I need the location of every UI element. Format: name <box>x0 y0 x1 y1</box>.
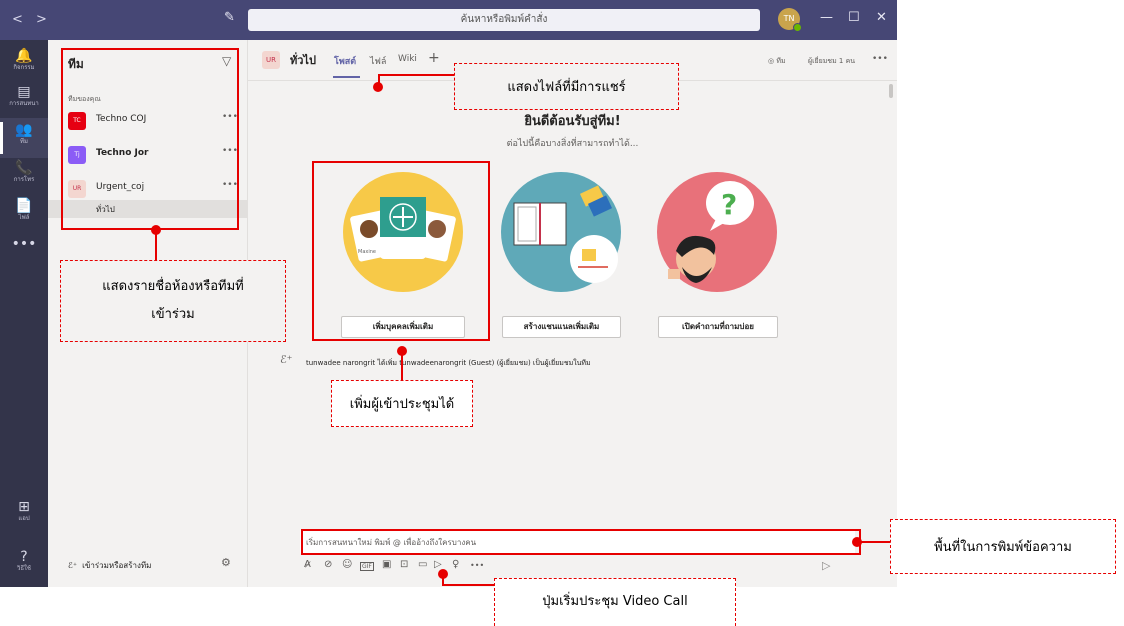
join-create-team[interactable]: ℰ⁺ เข้าร่วมหรือสร้างทีม <box>68 559 151 572</box>
open-faq-button[interactable]: เปิดคำถามที่ถามบ่อย <box>658 316 778 338</box>
annotation-line <box>378 74 454 76</box>
presence-icon <box>793 23 802 32</box>
teams-list-highlight <box>61 48 239 230</box>
emoji-icon[interactable]: ☺ <box>342 559 352 570</box>
tab-posts[interactable]: โพสต์ <box>334 54 356 68</box>
teams-list-callout: แสดงรายชื่อห้องหรือทีมที่ เข้าร่วม <box>60 260 286 342</box>
file-icon: 📄 <box>15 198 33 214</box>
rail-more[interactable]: ••• <box>0 232 48 272</box>
tab-wiki[interactable]: Wiki <box>398 54 417 64</box>
join-label: เข้าร่วมหรือสร้างทีม <box>82 561 152 570</box>
rail-label: กิจกรรม <box>13 64 35 71</box>
meet-now-icon[interactable]: ⊡ <box>400 559 408 570</box>
chat-icon: ▤ <box>17 84 31 100</box>
more-options-icon[interactable]: ••• <box>872 54 888 64</box>
annotation-line <box>401 350 403 380</box>
search-input[interactable]: ค้นหาหรือพิมพ์คำสั่ง <box>248 9 760 31</box>
activity-message: tunwadee narongrit ได้เพิ่ม tunwadeenaro… <box>306 359 591 367</box>
teams-icon: 👥 <box>15 122 33 138</box>
attach-icon[interactable]: ⊘ <box>324 559 332 570</box>
channels-illustration <box>501 172 621 292</box>
rail-chat[interactable]: ▤ การสนทนา <box>0 80 48 120</box>
rail-label: การสนทนา <box>9 100 39 107</box>
apps-icon: ⊞ <box>18 499 30 515</box>
sticker-icon[interactable]: ▣ <box>382 559 391 570</box>
rail-label: วิธีใช้ <box>16 565 32 572</box>
faq-illustration: ? <box>657 172 777 292</box>
files-callout: แสดงไฟล์ที่มีการแชร์ <box>454 63 679 110</box>
send-icon[interactable]: ▷ <box>822 559 830 572</box>
create-channels-button[interactable]: สร้างแชนแนลเพิ่มเติม <box>502 316 621 338</box>
help-icon: ? <box>20 549 28 565</box>
join-icon: ℰ⁺ <box>68 561 78 570</box>
channel-title: ทั่วไป <box>290 54 316 67</box>
annotation-line <box>155 230 157 260</box>
phone-icon: 📞 <box>15 160 33 176</box>
video-call-callout: ปุ่มเริ่มประชุม Video Call <box>494 578 736 626</box>
bell-icon: 🔔 <box>15 48 33 64</box>
forward-button[interactable]: > <box>36 12 47 27</box>
welcome-subtitle: ต่อไปนี้คือบางสิ่งที่สามารถทำได้... <box>506 139 639 149</box>
team-view-button[interactable]: ◎ ทีม <box>768 56 786 67</box>
rail-label: การโทร <box>13 176 35 183</box>
welcome-title: ยินดีต้อนรับสู่ทีม! <box>524 114 621 129</box>
app-rail: 🔔 กิจกรรม ▤ การสนทนา 👥 ทีม 📞 การโทร 📄 ไฟ… <box>0 40 48 587</box>
question-mark-icon: ? <box>721 188 737 221</box>
rail-teams[interactable]: 👥 ทีม <box>0 118 48 158</box>
rail-activity[interactable]: 🔔 กิจกรรม <box>0 44 48 84</box>
compose-callout: พื้นที่ในการพิมพ์ข้อความ <box>890 519 1116 574</box>
add-person-icon: ℰ⁺ <box>280 353 293 366</box>
scrollbar[interactable] <box>889 84 893 98</box>
rail-calls[interactable]: 📞 การโทร <box>0 156 48 196</box>
annotation-line <box>860 541 890 543</box>
praise-icon[interactable]: ♀ <box>452 559 459 570</box>
rail-help[interactable]: ? วิธีใช้ <box>0 545 48 585</box>
channel-avatar: UR <box>262 51 280 69</box>
format-icon[interactable]: A̷ <box>304 559 311 570</box>
minimize-button[interactable]: — <box>820 10 833 25</box>
title-bar: < > ✎ ค้นหาหรือพิมพ์คำสั่ง TN — ☐ ✕ <box>0 0 897 40</box>
back-button[interactable]: < <box>12 12 23 27</box>
compose-icon[interactable]: ✎ <box>224 10 235 25</box>
rail-label: ทีม <box>20 138 28 145</box>
rail-label: ไฟล์ <box>18 214 30 221</box>
teams-list-callout-line1: แสดงรายชื่อห้องหรือทีมที่ <box>102 279 244 294</box>
add-people-highlight <box>312 161 490 341</box>
guest-count[interactable]: ผู้เยี่ยมชม 1 คน <box>808 56 855 67</box>
video-call-icon[interactable]: ▭ <box>418 559 427 570</box>
add-tab-button[interactable]: + <box>428 50 440 66</box>
teams-list-callout-line2: เข้าร่วม <box>151 307 195 322</box>
rail-files[interactable]: 📄 ไฟล์ <box>0 194 48 234</box>
maximize-button[interactable]: ☐ <box>848 10 860 25</box>
close-button[interactable]: ✕ <box>876 10 887 25</box>
more-tools-icon[interactable]: ••• <box>470 561 484 570</box>
add-people-callout: เพิ่มผู้เข้าประชุมได้ <box>331 380 473 427</box>
compose-highlight <box>301 529 861 555</box>
rail-label: แอป <box>18 515 30 522</box>
more-icon: ••• <box>11 236 37 252</box>
tab-files[interactable]: ไฟล์ <box>370 54 386 68</box>
active-tab-indicator <box>333 76 360 78</box>
annotation-line <box>442 584 494 586</box>
gear-icon[interactable]: ⚙ <box>221 556 231 569</box>
gif-icon[interactable]: GIF <box>360 562 374 571</box>
rail-apps[interactable]: ⊞ แอป <box>0 495 48 535</box>
